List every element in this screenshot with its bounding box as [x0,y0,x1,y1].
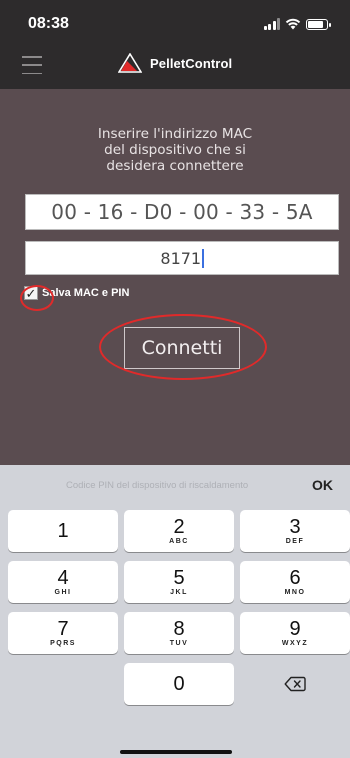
ok-button[interactable]: OK [312,477,333,493]
key-6[interactable]: 6 MNO [240,561,350,603]
key-8[interactable]: 8 TUV [124,612,234,654]
highlight-circle-connect [99,314,267,380]
key-3[interactable]: 3 DEF [240,510,350,552]
key-5[interactable]: 5 JKL [124,561,234,603]
phone-screen: 08:38 PelletControl Inserire l'indirizzo… [0,0,350,758]
app-name: PelletControl [150,55,233,71]
status-bar: 08:38 [0,0,350,44]
key-9[interactable]: 9 WXYZ [240,612,350,654]
battery-icon [306,18,331,30]
pin-value: 8171 [160,248,202,268]
signal-icon [263,18,280,30]
keyboard-accessory-bar: Codice PIN del dispositivo di riscaldame… [0,465,350,505]
save-mac-pin-label: Salva MAC e PIN [42,287,130,299]
mac-address-field[interactable]: 00 - 16 - D0 - 00 - 33 - 5A [25,194,339,230]
keyboard-hint: Codice PIN del dispositivo di riscaldame… [66,480,249,491]
app-logo: PelletControl [118,53,232,73]
connect-panel: Inserire l'indirizzo MAC del dispositivo… [0,89,350,465]
app-header: PelletControl [0,44,350,89]
key-0[interactable]: 0 [124,663,234,705]
backspace-key[interactable] [240,663,350,705]
highlight-circle-checkbox [20,285,54,311]
menu-icon[interactable] [22,56,42,74]
top-bar: 08:38 PelletControl [0,0,350,89]
status-time: 08:38 [28,15,69,32]
wifi-icon [285,18,301,30]
key-7[interactable]: 7 PQRS [8,612,118,654]
instruction-text: Inserire l'indirizzo MAC del dispositivo… [97,126,253,174]
key-2[interactable]: 2 ABC [124,510,234,552]
status-icons [263,17,331,31]
backspace-icon [284,676,306,692]
key-1[interactable]: 1 [8,510,118,552]
key-4[interactable]: 4 GHI [8,561,118,603]
text-cursor [202,248,204,268]
pin-field[interactable]: 8171 [25,241,339,275]
numeric-keyboard: Codice PIN del dispositivo di riscaldame… [0,465,350,758]
home-indicator [120,750,232,754]
logo-triangle-icon [118,53,142,73]
